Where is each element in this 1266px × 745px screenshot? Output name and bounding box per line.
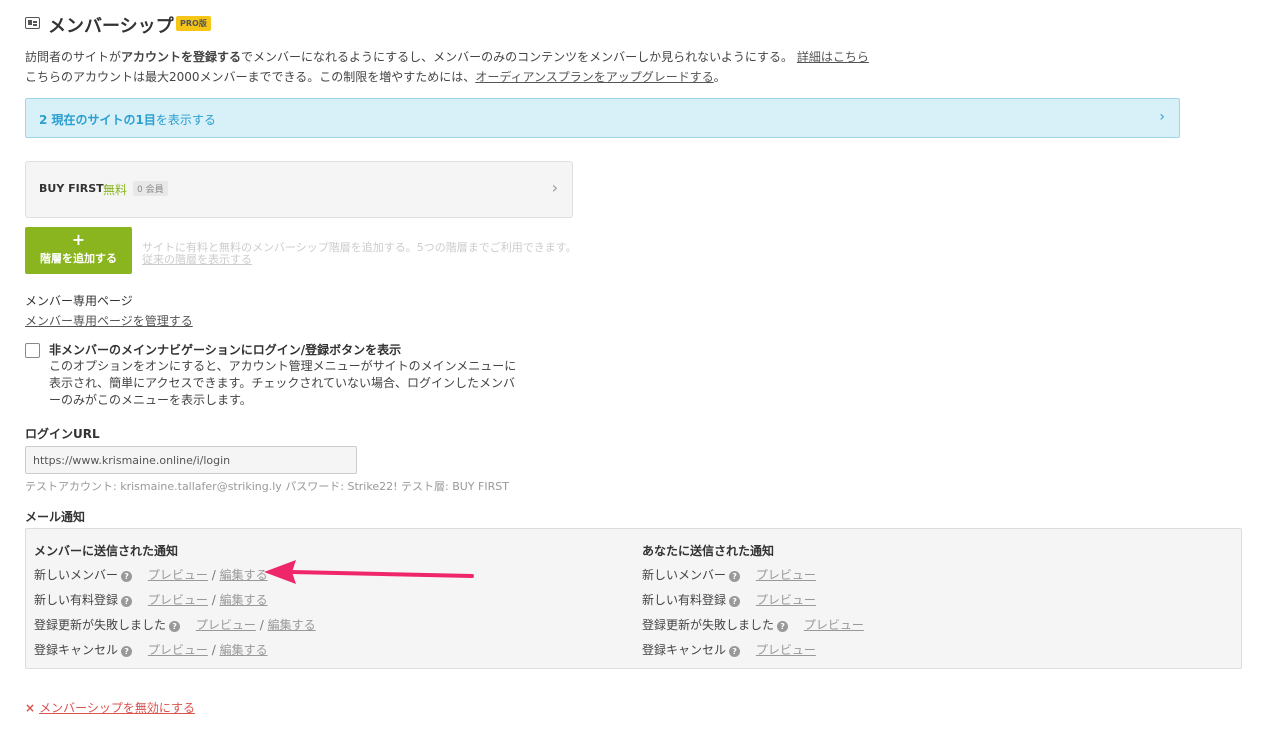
separator: / (259, 618, 264, 632)
separator: / (211, 568, 216, 582)
owner-row-renewal-failed: 登録更新が失敗しました? プレビュー (642, 616, 864, 633)
details-link[interactable]: 詳細はこちら (797, 50, 869, 64)
tier-card-buy-first[interactable]: BUY FIRST 無料 0 会員 › (25, 161, 573, 218)
page-title: メンバーシップ (48, 16, 174, 37)
member-limit-text: こちらのアカウントは最大2000メンバーまでできる。この制限を増やすためには、 (25, 70, 476, 84)
notification-label: 新しいメンバー (34, 568, 119, 582)
owner-notifications-heading: あなたに送信された通知 (642, 544, 775, 558)
help-icon[interactable]: ? (729, 596, 741, 607)
edit-link[interactable]: 編集する (220, 568, 268, 582)
login-url-field[interactable] (25, 446, 357, 474)
description-text: 訪問者のサイトが (25, 50, 122, 64)
pro-badge: PRO版 (176, 16, 211, 31)
upgrade-plan-link[interactable]: オーディアンスプランをアップグレードする (475, 70, 713, 84)
notification-label: 登録キャンセル (34, 643, 119, 657)
preview-link[interactable]: プレビュー (756, 643, 816, 657)
email-notifications-panel: メンバーに送信された通知 新しいメンバー? プレビュー / 編集する 新しい有料… (25, 528, 1242, 669)
info-banner-suffix: を表示する (155, 113, 216, 127)
disable-membership-row: × メンバーシップを無効にする (25, 699, 195, 716)
info-banner-text: 2 現在のサイトの1目を表示する (39, 111, 216, 128)
description-line-1: 訪問者のサイトがアカウントを登録するでメンバーになれるようにするし、メンバーのみ… (25, 48, 869, 65)
owner-row-new-paid: 新しい有料登録? プレビュー (642, 591, 816, 608)
preview-link[interactable]: プレビュー (148, 568, 208, 582)
notification-row-renewal-failed: 登録更新が失敗しました? プレビュー / 編集する (34, 616, 316, 633)
plus-icon: + (71, 230, 86, 249)
preview-link[interactable]: プレビュー (756, 593, 816, 607)
description-text: でメンバーになれるようにするし、メンバーのみのコンテンツをメンバーしか見られない… (241, 50, 794, 64)
help-icon[interactable]: ? (121, 596, 133, 607)
period: 。 (713, 70, 726, 84)
notification-row-new-member: 新しいメンバー? プレビュー / 編集する (34, 566, 268, 583)
preview-link[interactable]: プレビュー (148, 593, 208, 607)
edit-link[interactable]: 編集する (220, 643, 268, 657)
preview-link[interactable]: プレビュー (196, 618, 256, 632)
close-icon: × (25, 701, 36, 715)
notification-label: 新しい有料登録 (642, 593, 727, 607)
legacy-tiers-link[interactable]: 従来の階層を表示する (142, 251, 252, 267)
login-url-heading: ログインURL (25, 427, 100, 441)
preview-link[interactable]: プレビュー (148, 643, 208, 657)
add-tier-button[interactable]: + 階層を追加する (25, 227, 132, 274)
chevron-right-icon: › (1159, 109, 1165, 125)
owner-row-cancellation: 登録キャンセル? プレビュー (642, 641, 816, 658)
notification-label: 登録更新が失敗しました (642, 618, 775, 632)
test-account-info: テストアカウント: krismaine.tallafer@striking.ly… (25, 480, 509, 493)
help-icon[interactable]: ? (121, 571, 133, 582)
show-login-button-checkbox[interactable] (25, 343, 40, 358)
info-banner-bold: 2 現在のサイトの1目 (39, 113, 156, 127)
notification-row-cancellation: 登録キャンセル? プレビュー / 編集する (34, 641, 268, 658)
add-tier-label: 階層を追加する (40, 252, 117, 265)
separator: / (211, 593, 216, 607)
member-pages-heading: メンバー専用ページ (25, 294, 133, 308)
tier-price: 無料 (103, 183, 128, 197)
preview-link[interactable]: プレビュー (804, 618, 864, 632)
email-notifications-heading: メール通知 (25, 510, 86, 524)
help-icon[interactable]: ? (777, 621, 789, 632)
preview-link[interactable]: プレビュー (756, 568, 816, 582)
separator: / (211, 643, 216, 657)
checkbox-description: このオプションをオンにすると、アカウント管理メニューがサイトのメインメニューに表… (49, 359, 517, 407)
sites-info-banner[interactable]: 2 現在のサイトの1目を表示する › (25, 98, 1180, 138)
description-line-2: こちらのアカウントは最大2000メンバーまでできる。この制限を増やすためには、オ… (25, 68, 726, 85)
membership-card-icon (25, 17, 40, 29)
tier-member-count: 0 会員 (133, 181, 168, 196)
tier-name: BUY FIRST (39, 182, 104, 195)
help-icon[interactable]: ? (169, 621, 181, 632)
edit-link[interactable]: 編集する (268, 618, 316, 632)
description-bold: アカウントを登録する (121, 50, 242, 64)
help-icon[interactable]: ? (121, 646, 133, 657)
help-icon[interactable]: ? (729, 571, 741, 582)
annotation-arrow-icon (264, 560, 474, 584)
notification-row-new-paid: 新しい有料登録? プレビュー / 編集する (34, 591, 268, 608)
disable-membership-link[interactable]: メンバーシップを無効にする (39, 701, 195, 715)
notification-label: 新しいメンバー (642, 568, 727, 582)
manage-member-pages-link[interactable]: メンバー専用ページを管理する (25, 312, 193, 329)
member-notifications-heading: メンバーに送信された通知 (34, 544, 179, 558)
checkbox-label[interactable]: 非メンバーのメインナビゲーションにログイン/登録ボタンを表示 (49, 341, 401, 358)
edit-link[interactable]: 編集する (220, 593, 268, 607)
notification-label: 新しい有料登録 (34, 593, 119, 607)
owner-row-new-member: 新しいメンバー? プレビュー (642, 566, 816, 583)
help-icon[interactable]: ? (729, 646, 741, 657)
chevron-right-icon: › (551, 178, 558, 197)
notification-label: 登録キャンセル (642, 643, 727, 657)
notification-label: 登録更新が失敗しました (34, 618, 167, 632)
